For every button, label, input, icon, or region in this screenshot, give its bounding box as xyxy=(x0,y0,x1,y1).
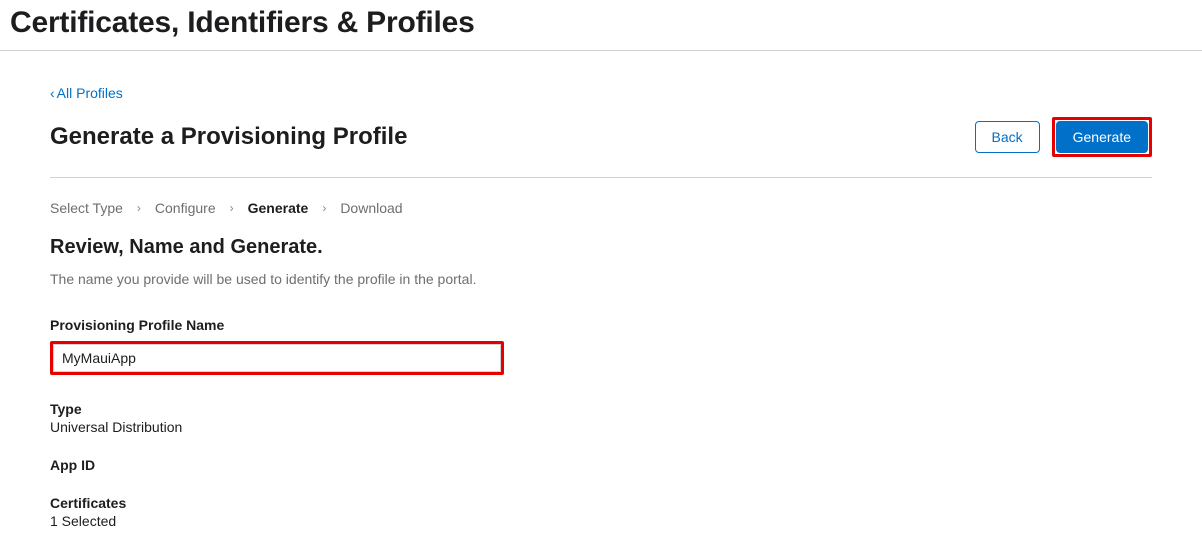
main-content: ‹All Profiles Generate a Provisioning Pr… xyxy=(0,85,1202,529)
section-subtext: The name you provide will be used to ide… xyxy=(50,271,1152,287)
page-title: Certificates, Identifiers & Profiles xyxy=(10,6,1192,40)
generate-button[interactable]: Generate xyxy=(1056,121,1148,153)
chevron-right-icon: › xyxy=(137,201,141,215)
type-value: Universal Distribution xyxy=(50,419,1152,435)
chevron-right-icon: › xyxy=(230,201,234,215)
type-label: Type xyxy=(50,401,1152,417)
profile-name-input[interactable] xyxy=(53,344,501,372)
generate-highlight: Generate xyxy=(1052,117,1152,157)
profile-name-label: Provisioning Profile Name xyxy=(50,317,1152,333)
appid-label: App ID xyxy=(50,457,1152,473)
appid-block: App ID xyxy=(50,457,1152,473)
crumb-configure[interactable]: Configure xyxy=(155,200,216,216)
certificates-block: Certificates 1 Selected xyxy=(50,495,1152,529)
crumb-generate: Generate xyxy=(248,200,309,216)
profile-name-highlight xyxy=(50,341,504,375)
back-link-text: All Profiles xyxy=(57,85,123,101)
certificates-value: 1 Selected xyxy=(50,513,1152,529)
section-heading: Review, Name and Generate. xyxy=(50,236,1152,259)
title-row: Generate a Provisioning Profile Back Gen… xyxy=(50,117,1152,178)
chevron-right-icon: › xyxy=(322,201,326,215)
certificates-label: Certificates xyxy=(50,495,1152,511)
crumb-download: Download xyxy=(340,200,402,216)
back-button[interactable]: Back xyxy=(975,121,1040,153)
page-header: Certificates, Identifiers & Profiles xyxy=(0,0,1202,51)
action-buttons: Back Generate xyxy=(975,117,1153,157)
all-profiles-link[interactable]: ‹All Profiles xyxy=(50,85,123,101)
crumb-select-type[interactable]: Select Type xyxy=(50,200,123,216)
chevron-left-icon: ‹ xyxy=(50,85,55,101)
subpage-title: Generate a Provisioning Profile xyxy=(50,123,407,151)
breadcrumb: Select Type › Configure › Generate › Dow… xyxy=(50,200,1152,216)
back-link-container: ‹All Profiles xyxy=(50,85,1152,103)
type-block: Type Universal Distribution xyxy=(50,401,1152,435)
